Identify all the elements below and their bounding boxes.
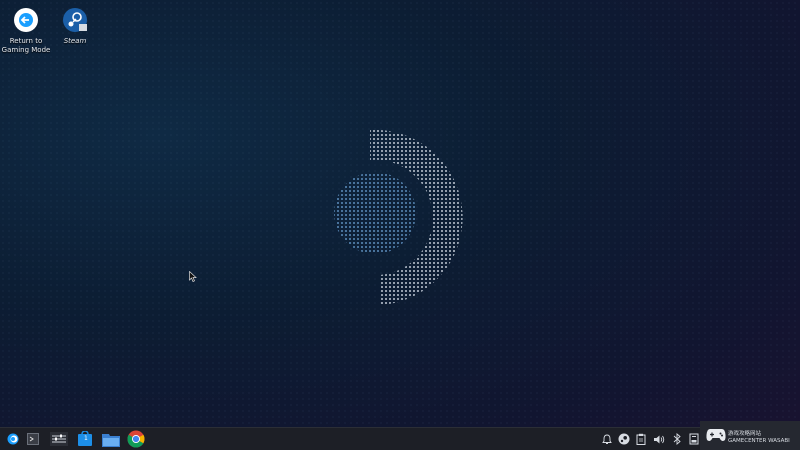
- return-arrow-icon: [12, 6, 40, 34]
- mouse-cursor-icon: [189, 271, 197, 282]
- discover-store-icon[interactable]: 1: [75, 428, 95, 450]
- chrome-icon[interactable]: [125, 428, 147, 450]
- desktop-icon-steam[interactable]: Steam: [45, 6, 105, 46]
- watermark-subtitle: 游戏攻略网站: [728, 431, 762, 437]
- gamepad-icon: [706, 429, 726, 441]
- gamecenter-watermark: 游戏攻略网站 GAMECENTER WASABI: [700, 421, 800, 450]
- watermark-text: 游戏攻略网站 GAMECENTER WASABI: [728, 431, 790, 445]
- file-manager-icon[interactable]: [100, 428, 122, 450]
- bluetooth-icon[interactable]: [670, 432, 684, 446]
- notifications-icon[interactable]: [600, 432, 614, 446]
- steam-tray-icon[interactable]: [617, 432, 631, 446]
- storage-icon[interactable]: [687, 432, 701, 446]
- desktop-icon-label: Gaming Mode: [1, 46, 51, 54]
- steam-deck-launcher-icon[interactable]: [4, 428, 22, 450]
- steam-deck-logo: [334, 129, 463, 305]
- desktop-icon-label: Steam: [63, 37, 87, 45]
- steam-icon: [61, 6, 89, 34]
- taskbar: 1: [0, 427, 800, 450]
- clipboard-icon[interactable]: [634, 432, 648, 446]
- konsole-icon[interactable]: [26, 428, 40, 450]
- notification-badge: 1: [84, 435, 88, 442]
- watermark-title: GAMECENTER WASABI: [728, 438, 790, 444]
- system-settings-icon[interactable]: [48, 428, 70, 450]
- volume-icon[interactable]: [652, 432, 666, 446]
